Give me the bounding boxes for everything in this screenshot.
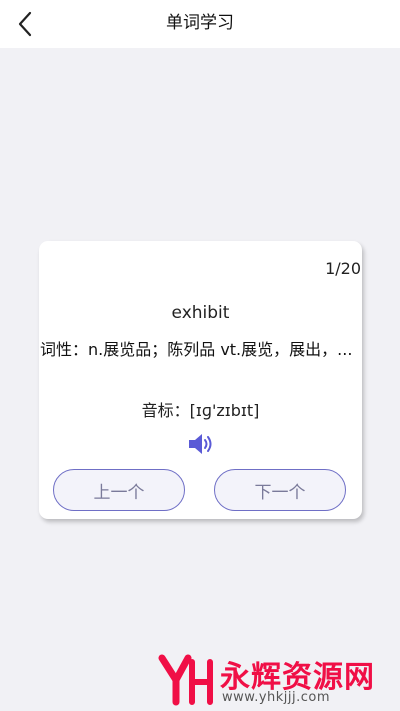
play-pronunciation-button[interactable] <box>187 431 215 457</box>
part-of-speech-definition: 词性：n.展览品；陈列品 vt.展览，展出，... <box>40 340 353 359</box>
page-title: 单词学习 <box>166 13 234 33</box>
previous-button[interactable]: 上一个 <box>53 469 185 511</box>
watermark: 永辉资源网 www.yhkjjj.com <box>158 652 378 708</box>
word-card: 1/20 exhibit 词性：n.展览品；陈列品 vt.展览，展出，... 音… <box>39 241 362 519</box>
next-button[interactable]: 下一个 <box>214 469 346 511</box>
word-text: exhibit <box>171 303 230 323</box>
phonetic-text: 音标：[ɪɡ'zɪbɪt] <box>141 401 260 420</box>
progress-counter: 1/20 <box>325 259 361 278</box>
speaker-icon <box>189 434 212 454</box>
app-header: 单词学习 <box>0 0 400 48</box>
yh-logo-icon <box>158 654 213 706</box>
watermark-url: www.yhkjjj.com <box>222 690 331 705</box>
